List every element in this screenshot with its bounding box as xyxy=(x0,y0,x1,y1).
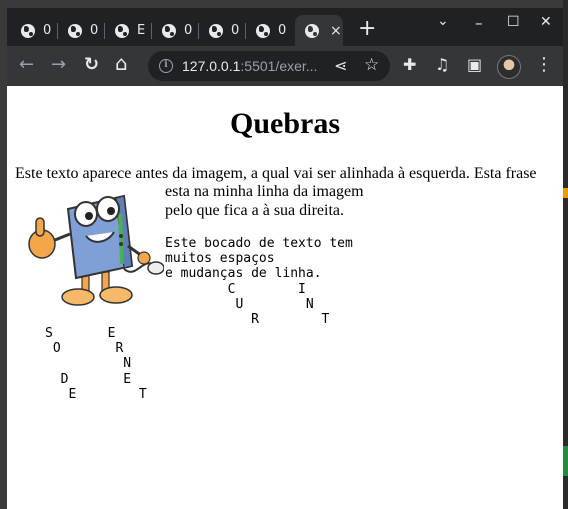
cartoon-computer-mascot-image xyxy=(28,194,164,306)
tab-label: 0 xyxy=(90,23,99,38)
globe-icon xyxy=(162,23,176,38)
back-button[interactable]: ← xyxy=(19,55,34,75)
tab-active[interactable]: × xyxy=(295,15,343,46)
tab-label: 0 xyxy=(43,23,52,38)
profile-avatar[interactable] xyxy=(497,55,521,79)
close-window-button[interactable]: ✕ xyxy=(540,14,552,30)
tab-1[interactable]: 0 xyxy=(11,15,58,46)
close-tab-icon[interactable]: × xyxy=(330,23,342,39)
reload-button[interactable]: ↻ xyxy=(84,55,99,75)
new-tab-button[interactable]: + xyxy=(358,18,376,40)
home-button[interactable]: ⌂ xyxy=(115,53,128,73)
text-beside-image-line1: esta na minha linha da imagem xyxy=(165,183,364,200)
tab-2[interactable]: 0 xyxy=(58,15,105,46)
background-accent-orange xyxy=(563,188,568,198)
url-text[interactable]: 127.0.0.1:5501/exer... xyxy=(182,58,322,74)
background-window-edge xyxy=(563,0,568,509)
tab-label: E xyxy=(137,23,146,38)
tab-4[interactable]: 0 xyxy=(152,15,199,46)
globe-icon xyxy=(256,23,270,38)
maximize-button[interactable]: ☐ xyxy=(507,14,520,30)
forward-button[interactable]: → xyxy=(51,55,66,75)
address-bar[interactable]: i 127.0.0.1:5501/exer... ⋖ ☆ xyxy=(148,51,390,81)
tab-label: 0 xyxy=(278,23,287,38)
tab-label: 0 xyxy=(231,23,240,38)
background-accent-green xyxy=(563,446,568,476)
intro-paragraph: Este texto aparece antes da imagem, a qu… xyxy=(15,165,537,182)
browser-window: 0 0 E 0 0 0 × + ⌄ – ☐ ✕ ← → ↻ ⌂ i 127.0.… xyxy=(7,8,563,509)
tab-6[interactable]: 0 xyxy=(246,15,293,46)
extensions-icon[interactable]: ✚ xyxy=(403,55,416,75)
site-info-icon[interactable]: i xyxy=(159,59,173,73)
minimize-button[interactable]: – xyxy=(475,14,483,32)
globe-icon xyxy=(68,23,82,38)
page-title: Quebras xyxy=(229,107,340,140)
tab-strip: 0 0 E 0 0 0 × + ⌄ – ☐ ✕ xyxy=(7,8,563,46)
globe-icon xyxy=(305,23,319,38)
globe-icon xyxy=(115,23,129,38)
tab-5[interactable]: 0 xyxy=(199,15,246,46)
text-beside-image-line2: pelo que fica a à sua direita. xyxy=(165,202,345,219)
globe-icon xyxy=(209,23,223,38)
tab-label: 0 xyxy=(184,23,193,38)
tab-3[interactable]: E xyxy=(105,15,152,46)
preformatted-letters-block: S E O R N D E E T xyxy=(45,326,147,402)
bookmark-star-icon[interactable]: ☆ xyxy=(364,55,379,75)
preformatted-text-block: Este bocado de texto tem muitos espaços … xyxy=(165,236,353,328)
media-control-icon[interactable]: ♫ xyxy=(435,55,449,75)
browser-toolbar: ← → ↻ ⌂ i 127.0.0.1:5501/exer... ⋖ ☆ ✚ ♫… xyxy=(7,46,563,86)
side-panel-icon[interactable]: ▣ xyxy=(467,55,482,75)
globe-icon xyxy=(21,23,35,38)
tab-search-chevron-icon[interactable]: ⌄ xyxy=(437,13,449,29)
page-content: Quebras Este texto aparece antes da imag… xyxy=(7,86,563,509)
share-icon[interactable]: ⋖ xyxy=(334,56,347,75)
menu-icon[interactable]: ⋮ xyxy=(535,55,553,75)
